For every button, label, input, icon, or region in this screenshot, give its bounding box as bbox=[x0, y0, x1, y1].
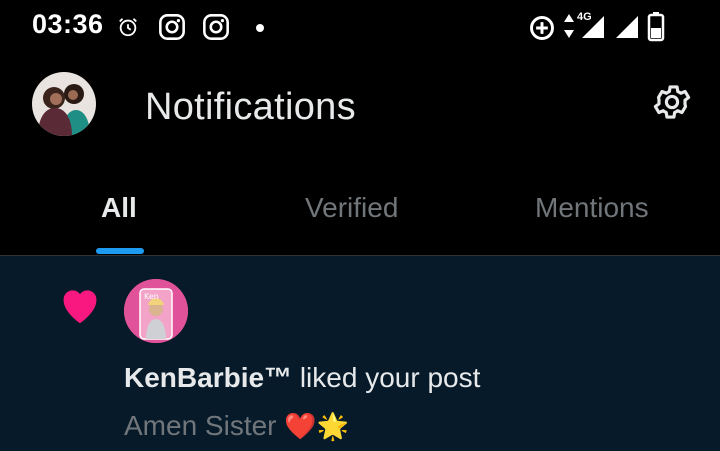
notification-username[interactable]: KenBarbie™ bbox=[124, 362, 292, 393]
status-bar: 03:36 4G bbox=[0, 0, 720, 56]
top-app-bar: Notifications bbox=[0, 56, 720, 160]
instagram-icon bbox=[202, 13, 230, 46]
cellular-signal-icon bbox=[578, 14, 606, 45]
data-saver-icon bbox=[528, 14, 556, 47]
notification-action: liked your post bbox=[292, 362, 481, 393]
gear-icon bbox=[651, 81, 693, 128]
page-title: Notifications bbox=[145, 86, 356, 128]
notification-post-preview: Amen Sister ❤️🌟 bbox=[124, 410, 349, 442]
alarm-icon bbox=[117, 16, 139, 43]
status-time: 03:36 bbox=[32, 9, 104, 39]
tab-all[interactable]: All bbox=[101, 192, 137, 224]
tab-verified[interactable]: Verified bbox=[305, 192, 398, 224]
signal-arrows-icon bbox=[562, 12, 576, 45]
settings-button[interactable] bbox=[650, 82, 694, 126]
heart-icon bbox=[58, 285, 102, 330]
svg-text:Ken: Ken bbox=[144, 292, 159, 301]
user-avatar[interactable]: Ken bbox=[124, 279, 188, 343]
notification-item[interactable]: Ken KenBarbie™ liked your post Amen Sist… bbox=[0, 256, 720, 451]
tab-bar: All Verified Mentions bbox=[0, 170, 720, 256]
profile-avatar[interactable] bbox=[32, 72, 96, 136]
notification-text: KenBarbie™ liked your post bbox=[124, 362, 480, 394]
instagram-icon bbox=[158, 13, 186, 46]
post-emojis: ❤️🌟 bbox=[284, 412, 350, 442]
post-text: Amen Sister bbox=[124, 410, 285, 441]
cellular-signal-icon bbox=[612, 14, 640, 45]
tab-mentions[interactable]: Mentions bbox=[535, 192, 649, 224]
battery-icon bbox=[647, 12, 665, 47]
notification-dot-icon bbox=[256, 24, 264, 32]
active-tab-indicator bbox=[96, 248, 144, 254]
